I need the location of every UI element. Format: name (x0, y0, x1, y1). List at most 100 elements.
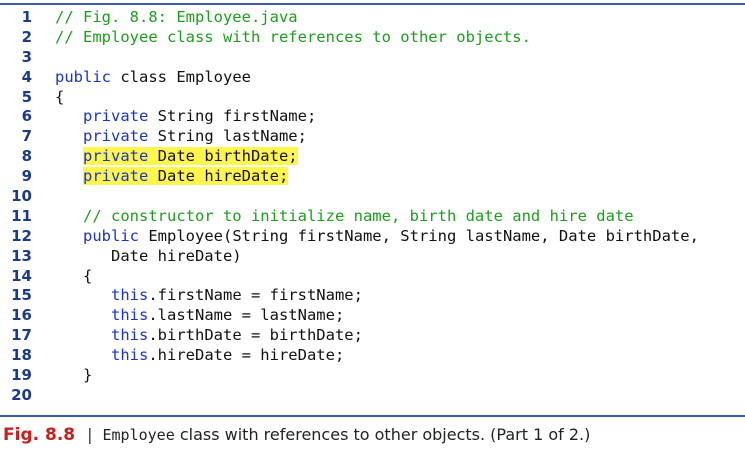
caption-text: class with references to other objects. … (174, 425, 591, 444)
line-number: 16 (11, 306, 32, 325)
line-number: 4 (21, 67, 32, 86)
line-number: 12 (11, 226, 32, 245)
keyword-token: private (83, 147, 149, 166)
code-text: private String lastName; (55, 127, 307, 147)
line-number: 10 (11, 187, 32, 206)
code-text: this.birthDate = birthDate; (55, 326, 363, 346)
code-line: 15 this.firstName = firstName; (0, 286, 745, 306)
line-number: 13 (11, 246, 32, 265)
line-number: 6 (21, 107, 32, 126)
code-line: 14 { (0, 267, 745, 287)
code-text: this.lastName = lastName; (55, 306, 344, 326)
code-line: 1 // Fig. 8.8: Employee.java (0, 8, 745, 28)
code-line: 6 private String firstName; (0, 107, 745, 127)
code-text: { (55, 88, 64, 108)
keyword-token: this (111, 346, 149, 365)
code-token: { (55, 87, 65, 106)
line-number: 1 (21, 8, 32, 26)
code-line: 19 } (0, 366, 745, 386)
keyword-token: public (83, 226, 139, 245)
line-number: 5 (21, 87, 32, 106)
code-token: Employee(String firstName, String lastNa… (139, 226, 699, 245)
line-number: 2 (21, 27, 32, 46)
code-text: private Date hireDate; (55, 167, 289, 187)
code-text: this.hireDate = hireDate; (55, 346, 344, 366)
line-number: 14 (11, 266, 32, 285)
caption-separator: | (87, 425, 93, 444)
code-line: 2 // Employee class with references to ot… (0, 28, 745, 48)
code-text: // Fig. 8.8: Employee.java (55, 8, 298, 28)
line-number: 11 (11, 206, 32, 225)
code-text: // constructor to initialize name, birth… (55, 207, 634, 227)
code-text: public class Employee (55, 68, 251, 88)
code-line: 20 (0, 386, 745, 406)
code-token: Date birthDate; (148, 147, 298, 166)
code-line: 8 private Date birthDate; (0, 147, 745, 167)
line-number: 7 (21, 127, 32, 146)
code-text: } (55, 366, 92, 386)
code-token: class Employee (111, 67, 251, 86)
comment-token: // Employee class with references to oth… (55, 27, 531, 46)
code-line: 12 public Employee(String firstName, Str… (0, 227, 745, 247)
comment-token: // constructor to initialize name, birth… (83, 206, 634, 225)
line-number: 8 (21, 147, 32, 166)
line-number: 19 (11, 366, 32, 385)
code-text: this.firstName = firstName; (55, 286, 363, 306)
code-text: public Employee(String firstName, String… (55, 227, 699, 247)
code-line: 4 public class Employee (0, 68, 745, 88)
code-listing: 1 // Fig. 8.8: Employee.java 2 // Employee … (0, 8, 745, 406)
top-rule (0, 3, 745, 5)
code-token: String lastName; (148, 127, 307, 146)
caption-class-name: Employee (102, 426, 175, 444)
keyword-token: private (83, 127, 149, 146)
keyword-token: private (83, 107, 149, 126)
code-line: 11 // constructor to initialize name, bi… (0, 207, 745, 227)
line-number: 9 (21, 167, 32, 186)
code-text: { (55, 267, 92, 287)
line-number: 3 (21, 47, 32, 66)
code-token: .birthDate = birthDate; (148, 326, 363, 345)
figure-label: Fig. 8.8 (3, 425, 76, 445)
code-line: 5{ (0, 88, 745, 108)
code-text: private String firstName; (55, 107, 316, 127)
code-line: 10 (0, 187, 745, 207)
code-line: 16 this.lastName = lastName; (0, 306, 745, 326)
code-token: Date hireDate) (55, 246, 242, 265)
line-number: 18 (11, 346, 32, 365)
keyword-token: public (55, 67, 111, 86)
code-line: 18 this.hireDate = hireDate; (0, 346, 745, 366)
keyword-token: this (111, 286, 149, 305)
code-line: 13 Date hireDate) (0, 247, 745, 267)
code-line: 9 private Date hireDate; (0, 167, 745, 187)
code-token: Date hireDate; (148, 167, 289, 186)
keyword-token: private (83, 167, 149, 186)
keyword-token: this (111, 326, 149, 345)
keyword-token: this (111, 306, 149, 325)
code-text: Date hireDate) (55, 247, 242, 267)
code-line: 17 this.birthDate = birthDate; (0, 326, 745, 346)
code-line: 3 (0, 48, 745, 68)
code-text: // Employee class with references to oth… (55, 28, 531, 48)
code-token: } (55, 366, 93, 385)
comment-token: // Fig. 8.8: Employee.java (55, 8, 298, 26)
code-text: private Date birthDate; (55, 147, 298, 167)
code-line: 7 private String lastName; (0, 127, 745, 147)
line-number: 15 (11, 286, 32, 305)
code-token: String firstName; (148, 107, 317, 126)
code-token: .firstName = firstName; (148, 286, 363, 305)
line-number: 20 (11, 385, 32, 404)
figure-caption: Fig. 8.8 | Employee class with references … (3, 425, 590, 445)
bottom-rule (0, 415, 745, 417)
code-token: .lastName = lastName; (148, 306, 345, 325)
code-token: { (55, 266, 93, 285)
